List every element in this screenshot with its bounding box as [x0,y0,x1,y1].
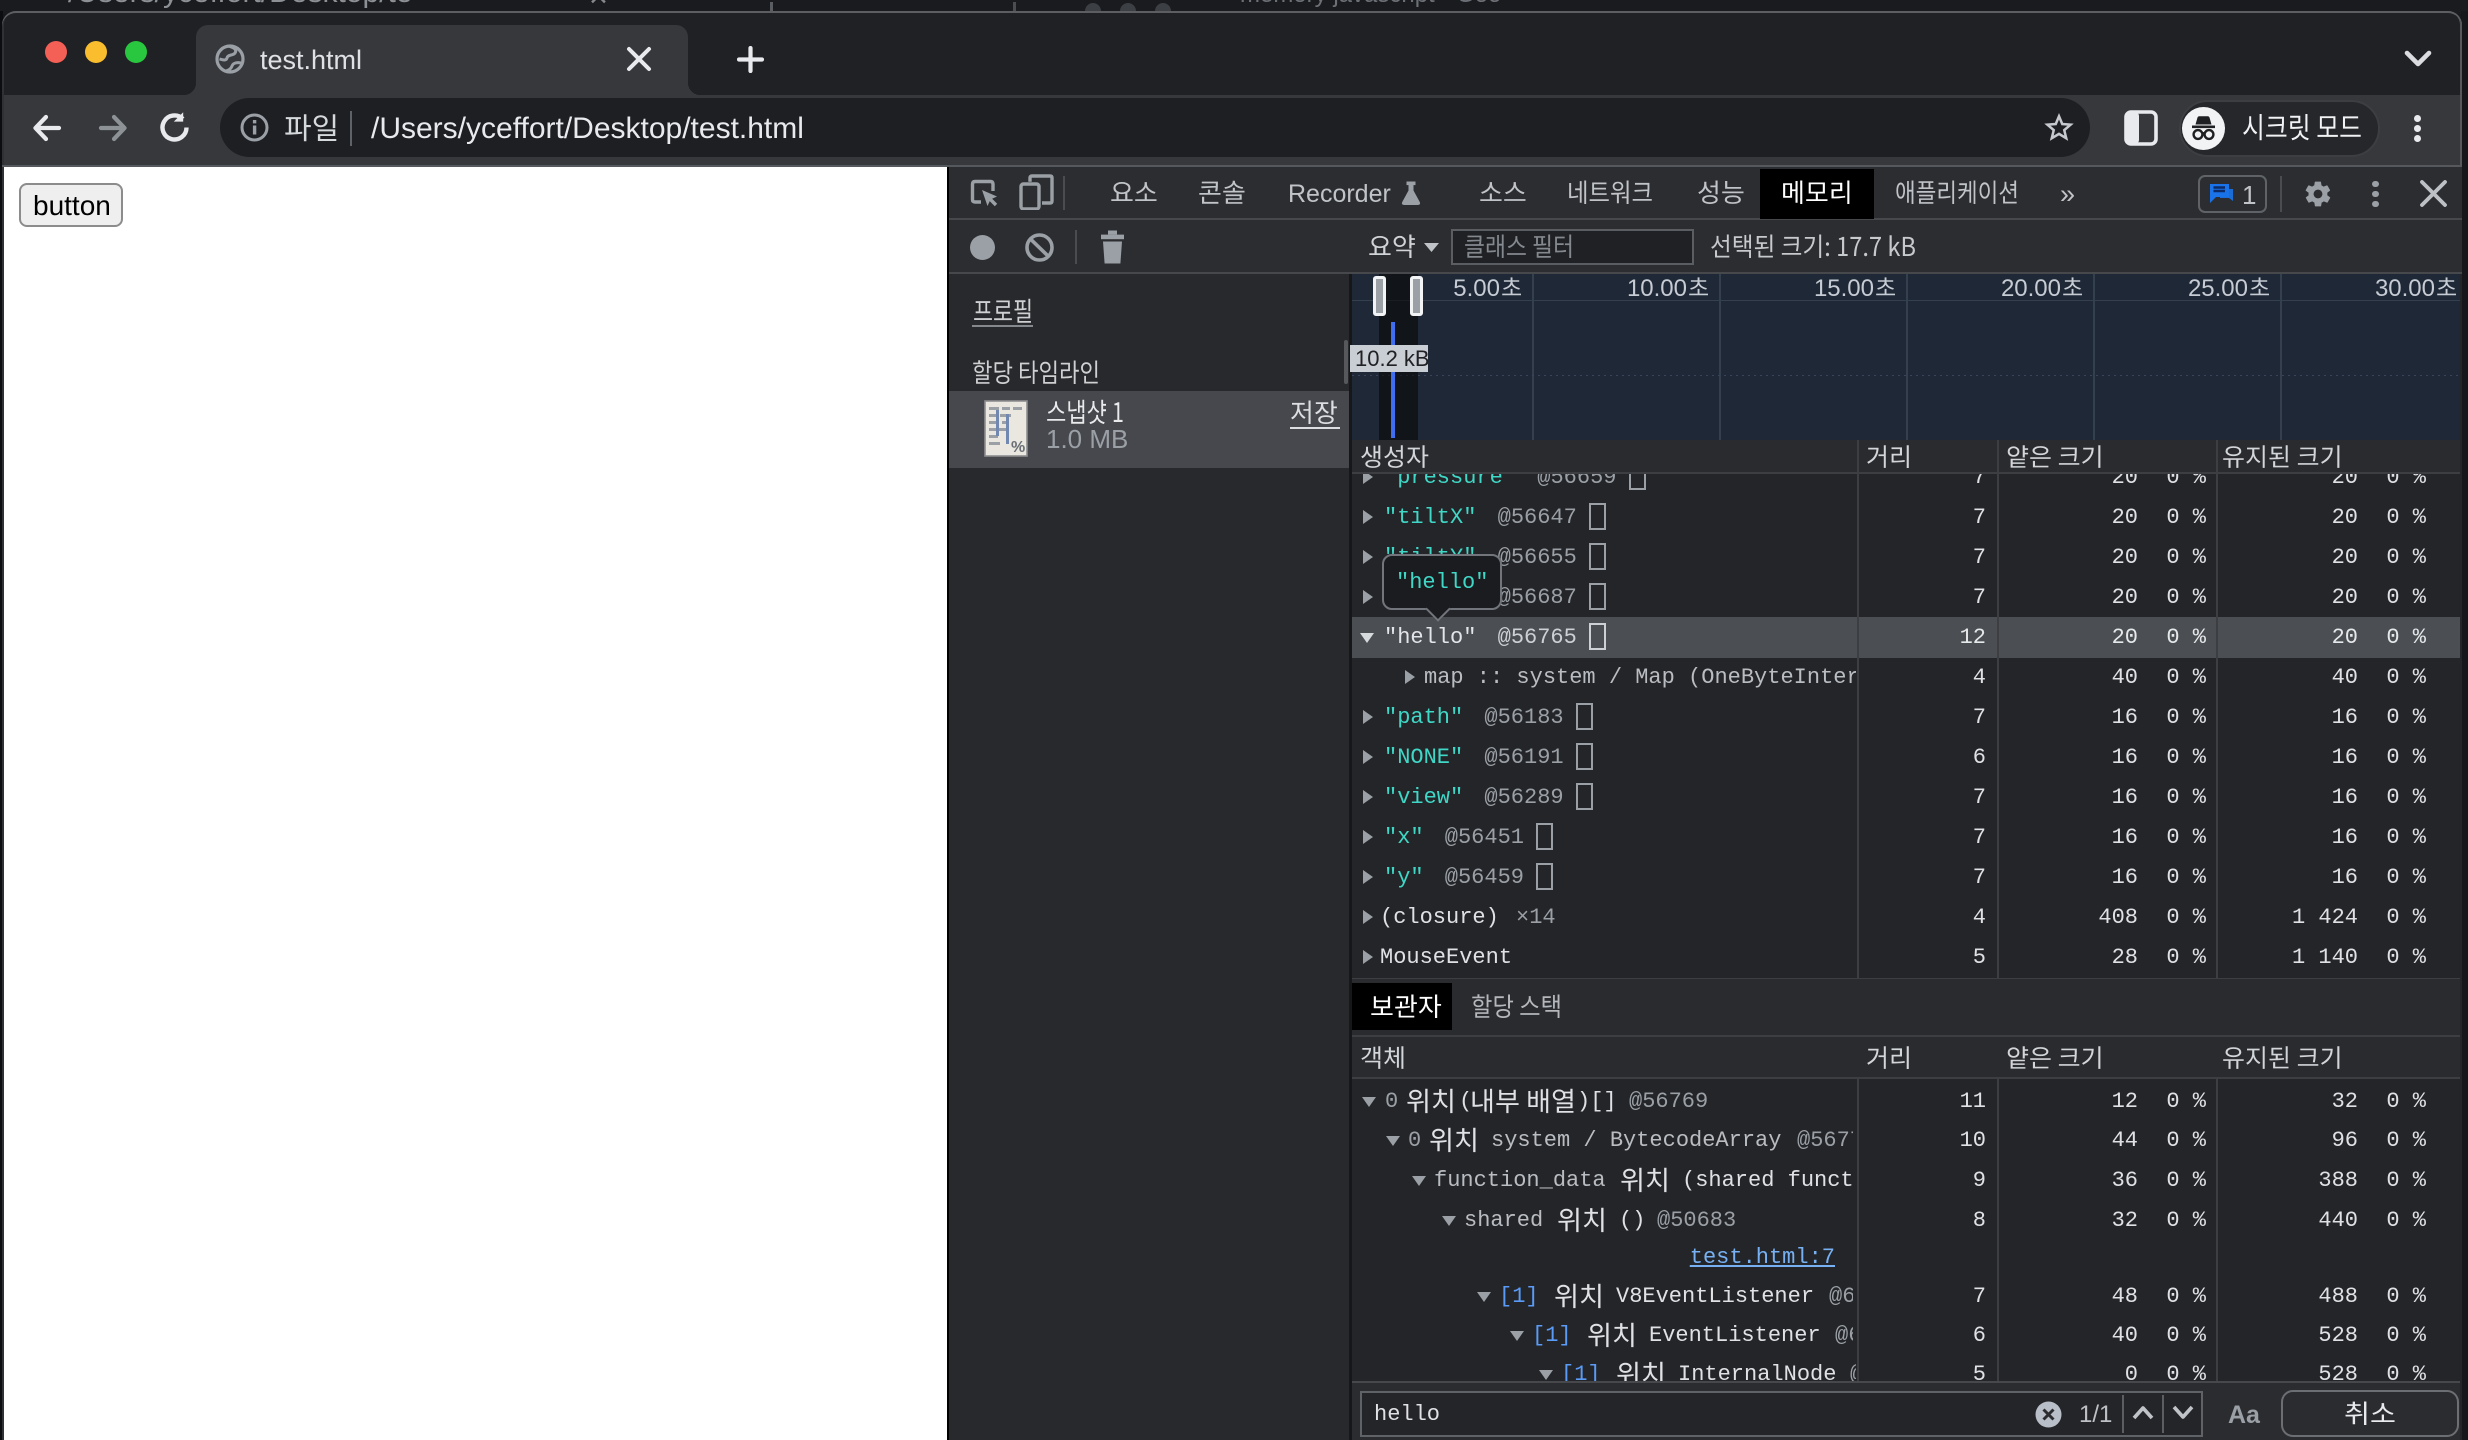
svg-text:%: % [1011,439,1025,456]
